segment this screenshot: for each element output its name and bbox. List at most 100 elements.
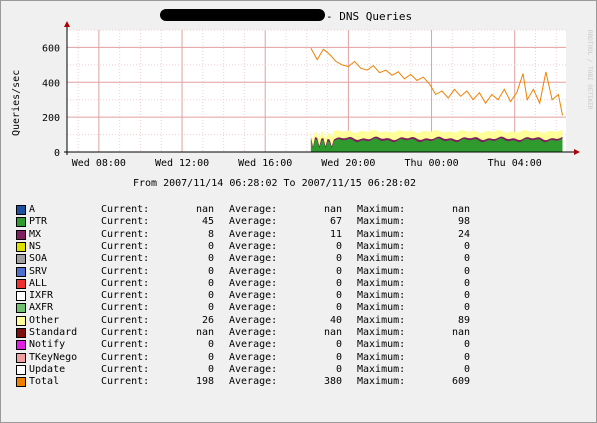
- maximum-value: 89: [457, 314, 470, 326]
- maximum-label: Maximum:: [357, 363, 406, 375]
- current-label: Current:: [101, 277, 150, 289]
- maximum-value: 0: [463, 339, 470, 351]
- legend-name: Update: [29, 363, 66, 375]
- maximum-label: Maximum:: [357, 290, 406, 302]
- average-label: Average:: [229, 265, 278, 277]
- legend-row-ptr: PTR Current: 45 Average: 67 Maximum: 98: [16, 216, 486, 228]
- maximum-label: Maximum:: [357, 351, 406, 363]
- redacted-title-mark: [160, 9, 325, 21]
- average-label: Average:: [229, 290, 278, 302]
- current-label: Current:: [101, 265, 150, 277]
- average-label: Average:: [229, 376, 278, 388]
- legend-swatch: [16, 205, 26, 215]
- maximum-label: Maximum:: [357, 302, 406, 314]
- legend-swatch: [16, 266, 26, 277]
- legend-row-tkeynego: TKeyNego Current: 0 Average: 0 Maximum: 0: [16, 352, 486, 364]
- current-label: Current:: [101, 228, 150, 240]
- average-value: 11: [329, 228, 342, 240]
- average-label: Average:: [229, 240, 278, 252]
- legend-swatch: [16, 229, 26, 240]
- x-tick-label: Wed 12:00: [155, 158, 209, 169]
- legend-name: Other: [29, 314, 60, 326]
- maximum-label: Maximum:: [357, 265, 406, 277]
- legend-row-all: ALL Current: 0 Average: 0 Maximum: 0: [16, 278, 486, 290]
- legend-swatch: [16, 377, 26, 388]
- average-label: Average:: [229, 363, 278, 375]
- legend-swatch: [16, 303, 26, 314]
- maximum-label: Maximum:: [357, 339, 406, 351]
- average-value: 0: [335, 290, 342, 302]
- current-value: 0: [207, 351, 214, 363]
- x-tick-label: Wed 08:00: [72, 158, 126, 169]
- current-label: Current:: [101, 204, 150, 215]
- current-label: Current:: [101, 216, 150, 228]
- average-value: 0: [335, 363, 342, 375]
- series-ptr-area: [310, 138, 563, 152]
- maximum-label: Maximum:: [357, 314, 406, 326]
- maximum-label: Maximum:: [357, 376, 406, 388]
- y-tick-label: 0: [54, 148, 60, 159]
- current-label: Current:: [101, 327, 150, 338]
- y-tick-label: 600: [42, 43, 60, 54]
- x-tick-label: Wed 16:00: [238, 158, 292, 169]
- current-label: Current:: [101, 253, 150, 265]
- legend-row-mx: MX Current: 8 Average: 11 Maximum: 24: [16, 229, 486, 241]
- average-value: nan: [323, 204, 342, 215]
- legend-name: AXFR: [29, 302, 54, 314]
- current-value: 0: [207, 240, 214, 252]
- current-label: Current:: [101, 302, 150, 314]
- legend-name: SOA: [29, 253, 48, 265]
- average-value: 0: [335, 339, 342, 351]
- maximum-value: 0: [463, 265, 470, 277]
- maximum-label: Maximum:: [357, 216, 406, 228]
- legend-row-a: A Current: nan Average: nan Maximum: nan: [16, 204, 486, 216]
- maximum-label: Maximum:: [357, 240, 406, 252]
- legend-swatch: [16, 340, 26, 351]
- average-label: Average:: [229, 204, 278, 215]
- current-value: 0: [207, 302, 214, 314]
- maximum-value: 609: [451, 376, 470, 388]
- current-value: 0: [207, 277, 214, 289]
- average-value: 0: [335, 351, 342, 363]
- legend-name: SRV: [29, 265, 48, 277]
- x-tick-label: Thu 04:00: [488, 158, 542, 169]
- legend-row-ns: NS Current: 0 Average: 0 Maximum: 0: [16, 241, 486, 253]
- chart-title: - DNS Queries: [326, 10, 412, 23]
- maximum-value: 98: [457, 216, 470, 228]
- legend-row-update: Update Current: 0 Average: 0 Maximum: 0: [16, 364, 486, 376]
- maximum-label: Maximum:: [357, 204, 406, 215]
- y-tick-label: 400: [42, 78, 60, 89]
- current-value: 0: [207, 339, 214, 351]
- maximum-value: 0: [463, 351, 470, 363]
- current-value: nan: [195, 204, 214, 215]
- average-value: 40: [329, 314, 342, 326]
- current-value: nan: [195, 327, 214, 338]
- current-value: 0: [207, 265, 214, 277]
- current-value: 45: [201, 216, 214, 228]
- average-value: 380: [323, 376, 342, 388]
- current-label: Current:: [101, 363, 150, 375]
- average-label: Average:: [229, 216, 278, 228]
- legend-swatch: [16, 291, 26, 302]
- legend-name: ALL: [29, 277, 48, 289]
- average-label: Average:: [229, 277, 278, 289]
- y-axis-arrow: [64, 21, 70, 27]
- average-label: Average:: [229, 253, 278, 265]
- average-value: 0: [335, 240, 342, 252]
- legend-row-axfr: AXFR Current: 0 Average: 0 Maximum: 0: [16, 302, 486, 314]
- legend-swatch: [16, 364, 26, 375]
- maximum-value: 0: [463, 253, 470, 265]
- current-label: Current:: [101, 339, 150, 351]
- average-label: Average:: [229, 339, 278, 351]
- maximum-label: Maximum:: [357, 228, 406, 240]
- maximum-value: 0: [463, 290, 470, 302]
- y-tick-label: 200: [42, 113, 60, 124]
- maximum-value: 0: [463, 302, 470, 314]
- legend-row-standard: Standard Current: nan Average: nan Maximum: na…: [16, 327, 486, 339]
- maximum-value: 0: [463, 240, 470, 252]
- legend-swatch: [16, 217, 26, 228]
- maximum-label: Maximum:: [357, 277, 406, 289]
- average-value: 0: [335, 277, 342, 289]
- watermark: RRDTOOL / TOBI OETIKER: [586, 30, 593, 110]
- legend-name: Total: [29, 376, 60, 388]
